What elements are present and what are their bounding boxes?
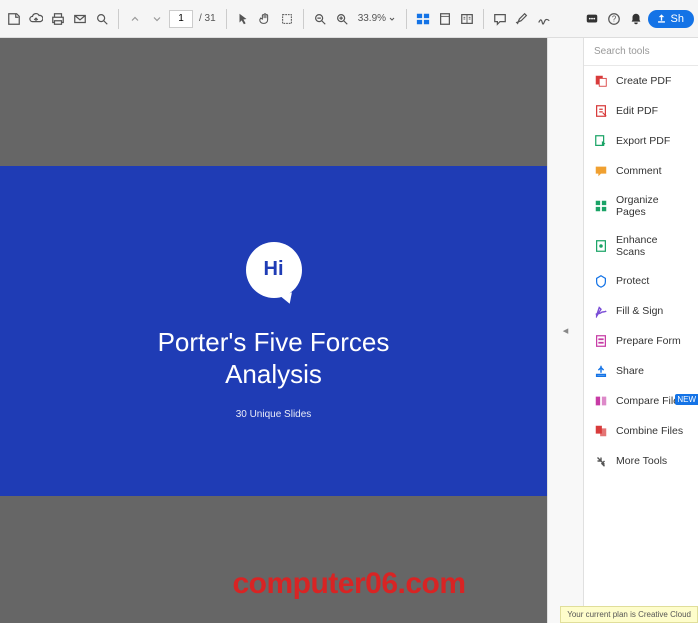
fit-width-icon[interactable] (413, 9, 433, 29)
tool-item[interactable]: Export PDF (584, 126, 698, 156)
tool-icon (594, 199, 608, 213)
signature-icon[interactable] (534, 9, 554, 29)
save-icon[interactable] (4, 9, 24, 29)
tool-item[interactable]: Share (584, 356, 698, 386)
arrow-cursor-icon[interactable] (233, 9, 253, 29)
slide-subtitle: 30 Unique Slides (236, 409, 312, 420)
tool-icon (594, 364, 608, 378)
tool-item[interactable]: Fill & Sign (584, 296, 698, 326)
page-down-icon[interactable] (147, 9, 167, 29)
tool-icon (594, 394, 608, 408)
separator (226, 9, 227, 29)
tool-icon (594, 239, 608, 253)
tool-icon (594, 274, 608, 288)
main-area: Hi Porter's Five Forces Analysis 30 Uniq… (0, 38, 698, 623)
page-number-input[interactable] (169, 10, 193, 28)
separator (406, 9, 407, 29)
tool-icon (594, 74, 608, 88)
mail-icon[interactable] (70, 9, 90, 29)
tool-label: Fill & Sign (616, 305, 663, 317)
tool-item[interactable]: Enhance Scans (584, 226, 698, 266)
tool-label: Share (616, 365, 644, 377)
zoom-level[interactable]: 33.9% (354, 13, 400, 24)
new-badge: NEW (675, 394, 698, 405)
tool-icon (594, 104, 608, 118)
text-select-icon[interactable] (277, 9, 297, 29)
cloud-upload-icon[interactable] (26, 9, 46, 29)
tool-item[interactable]: Combine Files (584, 416, 698, 446)
zoom-out-icon[interactable] (310, 9, 330, 29)
tool-icon (594, 454, 608, 468)
read-mode-icon[interactable] (457, 9, 477, 29)
status-bar: Your current plan is Creative Cloud (560, 606, 698, 623)
tool-icon (594, 334, 608, 348)
main-toolbar: / 31 33.9% ? Sh (0, 0, 698, 38)
search-icon[interactable] (92, 9, 112, 29)
tool-label: More Tools (616, 455, 667, 467)
help-icon[interactable]: ? (604, 9, 624, 29)
tool-icon (594, 134, 608, 148)
page-total-label: / 31 (195, 13, 220, 24)
share-button[interactable]: Sh (648, 10, 694, 28)
tool-item[interactable]: Comment (584, 156, 698, 186)
speech-bubble-icon: Hi (246, 242, 302, 298)
tool-icon (594, 304, 608, 318)
slide-title: Porter's Five Forces Analysis (158, 326, 390, 391)
collapse-handle[interactable]: ◂ (547, 38, 583, 623)
page-up-icon[interactable] (125, 9, 145, 29)
tool-label: Compare Files (616, 395, 684, 407)
chevron-left-icon: ◂ (563, 324, 569, 337)
tool-item[interactable]: Protect (584, 266, 698, 296)
separator (303, 9, 304, 29)
tool-label: Prepare Form (616, 335, 681, 347)
tool-label: Enhance Scans (616, 234, 688, 258)
tools-list: Create PDF Edit PDF Export PDF Comment Organ… (584, 66, 698, 476)
tool-item[interactable]: Organize Pages (584, 186, 698, 226)
bell-icon[interactable] (626, 9, 646, 29)
zoom-in-icon[interactable] (332, 9, 352, 29)
tool-icon (594, 164, 608, 178)
tool-item[interactable]: Create PDF (584, 66, 698, 96)
tool-label: Export PDF (616, 135, 670, 147)
tools-panel: Search tools Create PDF Edit PDF Export PD… (583, 38, 698, 623)
comment-icon[interactable] (490, 9, 510, 29)
tool-icon (594, 424, 608, 438)
tool-label: Create PDF (616, 75, 671, 87)
tool-item[interactable]: Prepare Form (584, 326, 698, 356)
chat-icon[interactable] (582, 9, 602, 29)
tool-label: Edit PDF (616, 105, 658, 117)
tool-label: Comment (616, 165, 662, 177)
fit-page-icon[interactable] (435, 9, 455, 29)
tool-label: Combine Files (616, 425, 683, 437)
tool-item[interactable]: More Tools (584, 446, 698, 476)
tool-label: Organize Pages (616, 194, 688, 218)
document-canvas[interactable]: Hi Porter's Five Forces Analysis 30 Uniq… (0, 38, 547, 623)
tool-item[interactable]: Edit PDF (584, 96, 698, 126)
search-tools-input[interactable]: Search tools (584, 38, 698, 66)
highlight-icon[interactable] (512, 9, 532, 29)
tool-item[interactable]: Compare FilesNEW (584, 386, 698, 416)
separator (118, 9, 119, 29)
tool-label: Protect (616, 275, 649, 287)
print-icon[interactable] (48, 9, 68, 29)
separator (483, 9, 484, 29)
svg-text:?: ? (611, 14, 616, 23)
slide-page: Hi Porter's Five Forces Analysis 30 Uniq… (0, 166, 547, 496)
hand-tool-icon[interactable] (255, 9, 275, 29)
